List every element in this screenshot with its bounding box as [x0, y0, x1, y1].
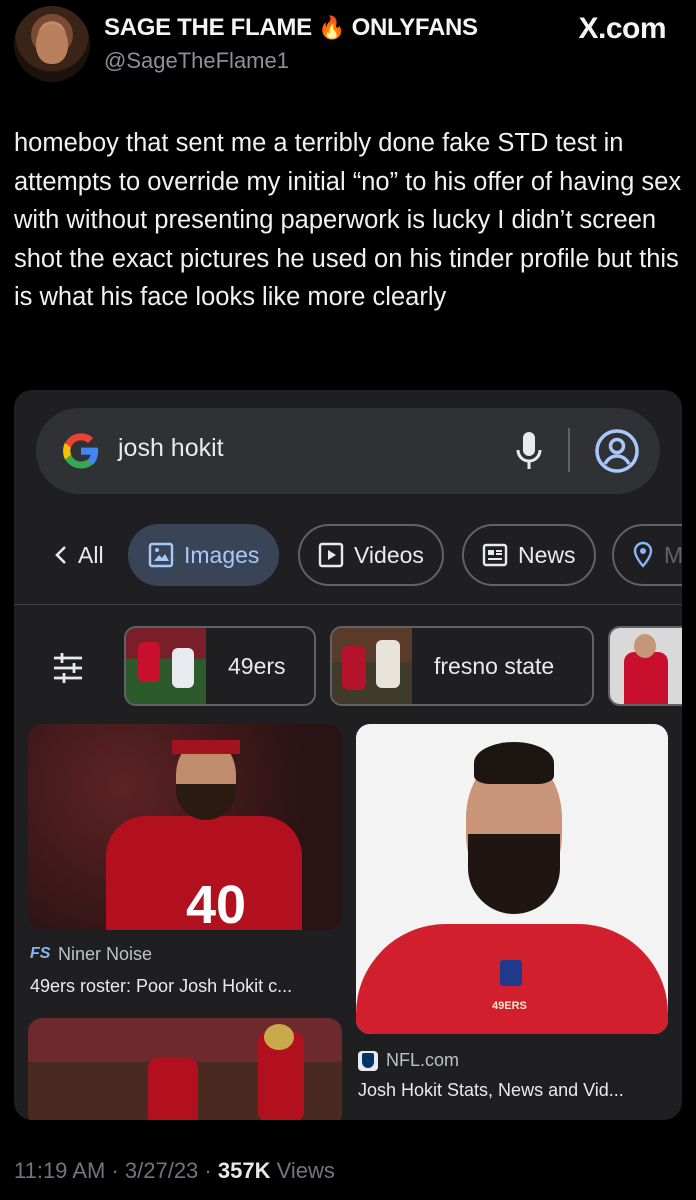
tab-images-label: Images [184, 541, 260, 568]
tab-news[interactable]: News [462, 524, 596, 586]
display-name-suffix: ONLYFANS [351, 14, 478, 41]
nfl-shield-icon [500, 960, 522, 986]
search-query[interactable]: josh hokit [118, 434, 224, 463]
newspaper-icon [482, 543, 508, 567]
display-name[interactable]: SAGE THE FLAME 🔥 ONLYFANS [104, 14, 478, 42]
tab-all-label: All [78, 541, 104, 568]
x-watermark: X.com [578, 12, 666, 45]
refinement-thumbnail [610, 628, 682, 704]
location-pin-icon [633, 541, 653, 568]
tweet-time[interactable]: 11:19 AM [14, 1158, 105, 1183]
tab-maps[interactable]: M [612, 524, 682, 586]
image-result-2[interactable]: 49ERS [356, 724, 668, 1034]
microphone-icon[interactable] [514, 430, 544, 472]
jersey-number: 40 [186, 875, 247, 930]
beard [176, 784, 236, 820]
google-logo-icon [63, 433, 99, 469]
beard [468, 834, 560, 914]
jersey-wordmark: 49ERS [492, 1000, 527, 1012]
player-figure [148, 1058, 198, 1120]
tweet-meta: 11:19 AM · 3/27/23 · 357K Views [14, 1158, 335, 1183]
tab-news-label: News [518, 541, 576, 568]
display-name-text: SAGE THE FLAME [104, 14, 312, 41]
result-source-label: NFL.com [386, 1050, 460, 1070]
tab-all[interactable]: All [44, 524, 122, 586]
refinement-chip-fresno-state[interactable]: fresno state [330, 626, 594, 706]
play-icon [318, 542, 344, 568]
refinement-label: 49ers [228, 652, 286, 679]
tab-videos[interactable]: Videos [298, 524, 444, 586]
refinement-chip-49ers[interactable]: 49ers [124, 626, 316, 706]
chevron-left-icon [55, 546, 66, 564]
tweet-text: homeboy that sent me a terribly done fak… [14, 129, 682, 311]
result-source-label: Niner Noise [58, 944, 153, 964]
hair [474, 742, 554, 784]
refinement-chip-more[interactable] [608, 626, 682, 706]
fire-emoji-icon: 🔥 [318, 15, 346, 40]
account-icon[interactable] [594, 428, 640, 474]
image-icon [148, 542, 174, 568]
refinement-label: fresno state [434, 652, 555, 679]
tweet-date[interactable]: 3/27/23 [125, 1158, 198, 1183]
refinement-thumbnail [126, 628, 206, 704]
result-title-2[interactable]: Josh Hokit Stats, News and Vid... [358, 1080, 624, 1101]
result-title-1[interactable]: 49ers roster: Poor Josh Hokit c... [30, 976, 292, 997]
search-divider [568, 428, 570, 472]
image-result-1[interactable]: 40 [28, 724, 342, 930]
refinement-thumbnail [332, 628, 412, 704]
helmet [264, 1024, 294, 1050]
image-result-3[interactable] [28, 1018, 342, 1120]
tabs-divider [14, 604, 682, 605]
result-source-1: FS Niner Noise [30, 944, 152, 965]
avatar[interactable] [14, 6, 90, 82]
tab-videos-label: Videos [354, 541, 424, 568]
result-source-2: NFL.com [358, 1050, 459, 1071]
user-handle[interactable]: @SageTheFlame1 [104, 48, 289, 74]
tab-maps-label: M [664, 541, 682, 568]
nfl-favicon-icon [358, 1050, 378, 1071]
headband [172, 740, 240, 754]
views-label: Views [276, 1158, 335, 1183]
embedded-screenshot[interactable]: josh hokit All Images Videos News M 49er… [14, 390, 682, 1120]
niner-noise-favicon-icon: FS [30, 944, 50, 965]
views-count: 357K [217, 1158, 271, 1183]
filter-sliders-icon[interactable] [50, 650, 86, 686]
search-bar[interactable]: josh hokit [36, 408, 660, 494]
tab-images[interactable]: Images [128, 524, 280, 586]
